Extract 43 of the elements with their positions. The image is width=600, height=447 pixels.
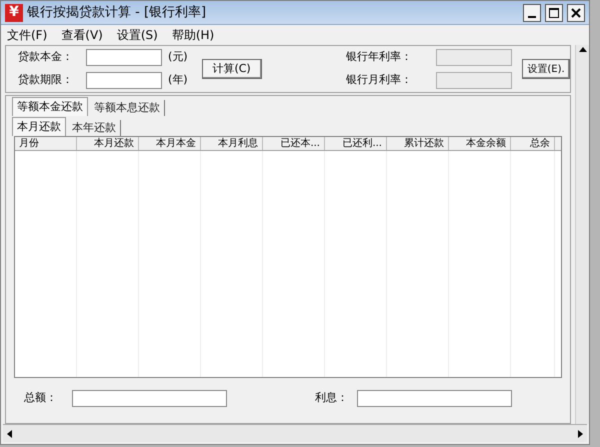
interest-label: 利息： bbox=[315, 390, 349, 406]
column-header[interactable]: 已还本... bbox=[263, 137, 325, 150]
settings-button[interactable]: 设置(E). bbox=[522, 59, 570, 79]
menu-item[interactable]: 帮助(H) bbox=[172, 26, 214, 44]
menu-item[interactable]: 设置(S) bbox=[116, 26, 158, 44]
app-icon: ¥ bbox=[5, 4, 23, 22]
tab[interactable]: 等额本金还款 bbox=[12, 97, 88, 116]
scroll-left-icon bbox=[7, 430, 12, 438]
minimize-button[interactable] bbox=[523, 4, 541, 22]
menu-item[interactable]: 查看(V) bbox=[61, 26, 103, 44]
field-label: 贷款期限： bbox=[18, 72, 74, 88]
total-label: 总额： bbox=[24, 390, 58, 406]
scroll-up-icon bbox=[578, 47, 586, 52]
scroll-right-icon bbox=[578, 430, 583, 438]
term-field[interactable] bbox=[86, 72, 162, 89]
column-header[interactable]: 总余 bbox=[511, 137, 555, 150]
column-header[interactable]: 月份 bbox=[15, 137, 77, 150]
field-label: 贷款本金： bbox=[18, 49, 74, 66]
tab[interactable]: 本月还款 bbox=[12, 117, 66, 136]
menu-item[interactable]: 文件(F) bbox=[7, 26, 48, 44]
column-header[interactable]: 本金余额 bbox=[449, 137, 511, 150]
column-header[interactable]: 本月本金 bbox=[139, 137, 201, 150]
column-header[interactable]: 本月利息 bbox=[201, 137, 263, 150]
unit-label: (年) bbox=[168, 72, 188, 88]
column-header[interactable]: 已还利... bbox=[325, 137, 387, 150]
maximize-icon bbox=[549, 8, 559, 18]
total-field[interactable] bbox=[72, 390, 227, 406]
horizontal-scrollbar[interactable] bbox=[3, 424, 587, 442]
calculate-button[interactable]: 计算(C) bbox=[202, 59, 262, 79]
close-button[interactable] bbox=[567, 4, 585, 22]
close-icon bbox=[571, 8, 581, 18]
column-header[interactable]: 本月还款 bbox=[77, 137, 139, 150]
column-header[interactable]: 累计还款 bbox=[387, 137, 449, 150]
principal-field[interactable] bbox=[86, 49, 162, 66]
tab[interactable]: 等额本息还款 bbox=[90, 100, 165, 116]
unit-label: (元) bbox=[168, 49, 188, 66]
interest-field[interactable] bbox=[357, 390, 512, 406]
minimize-icon bbox=[528, 16, 536, 18]
field-label: 银行年利率： bbox=[346, 49, 413, 66]
field-label: 银行月利率： bbox=[346, 72, 413, 88]
window-title: 银行按揭贷款计算 - [银行利率] bbox=[27, 4, 208, 22]
vertical-scrollbar[interactable] bbox=[575, 45, 589, 424]
maximize-button[interactable] bbox=[545, 4, 563, 22]
